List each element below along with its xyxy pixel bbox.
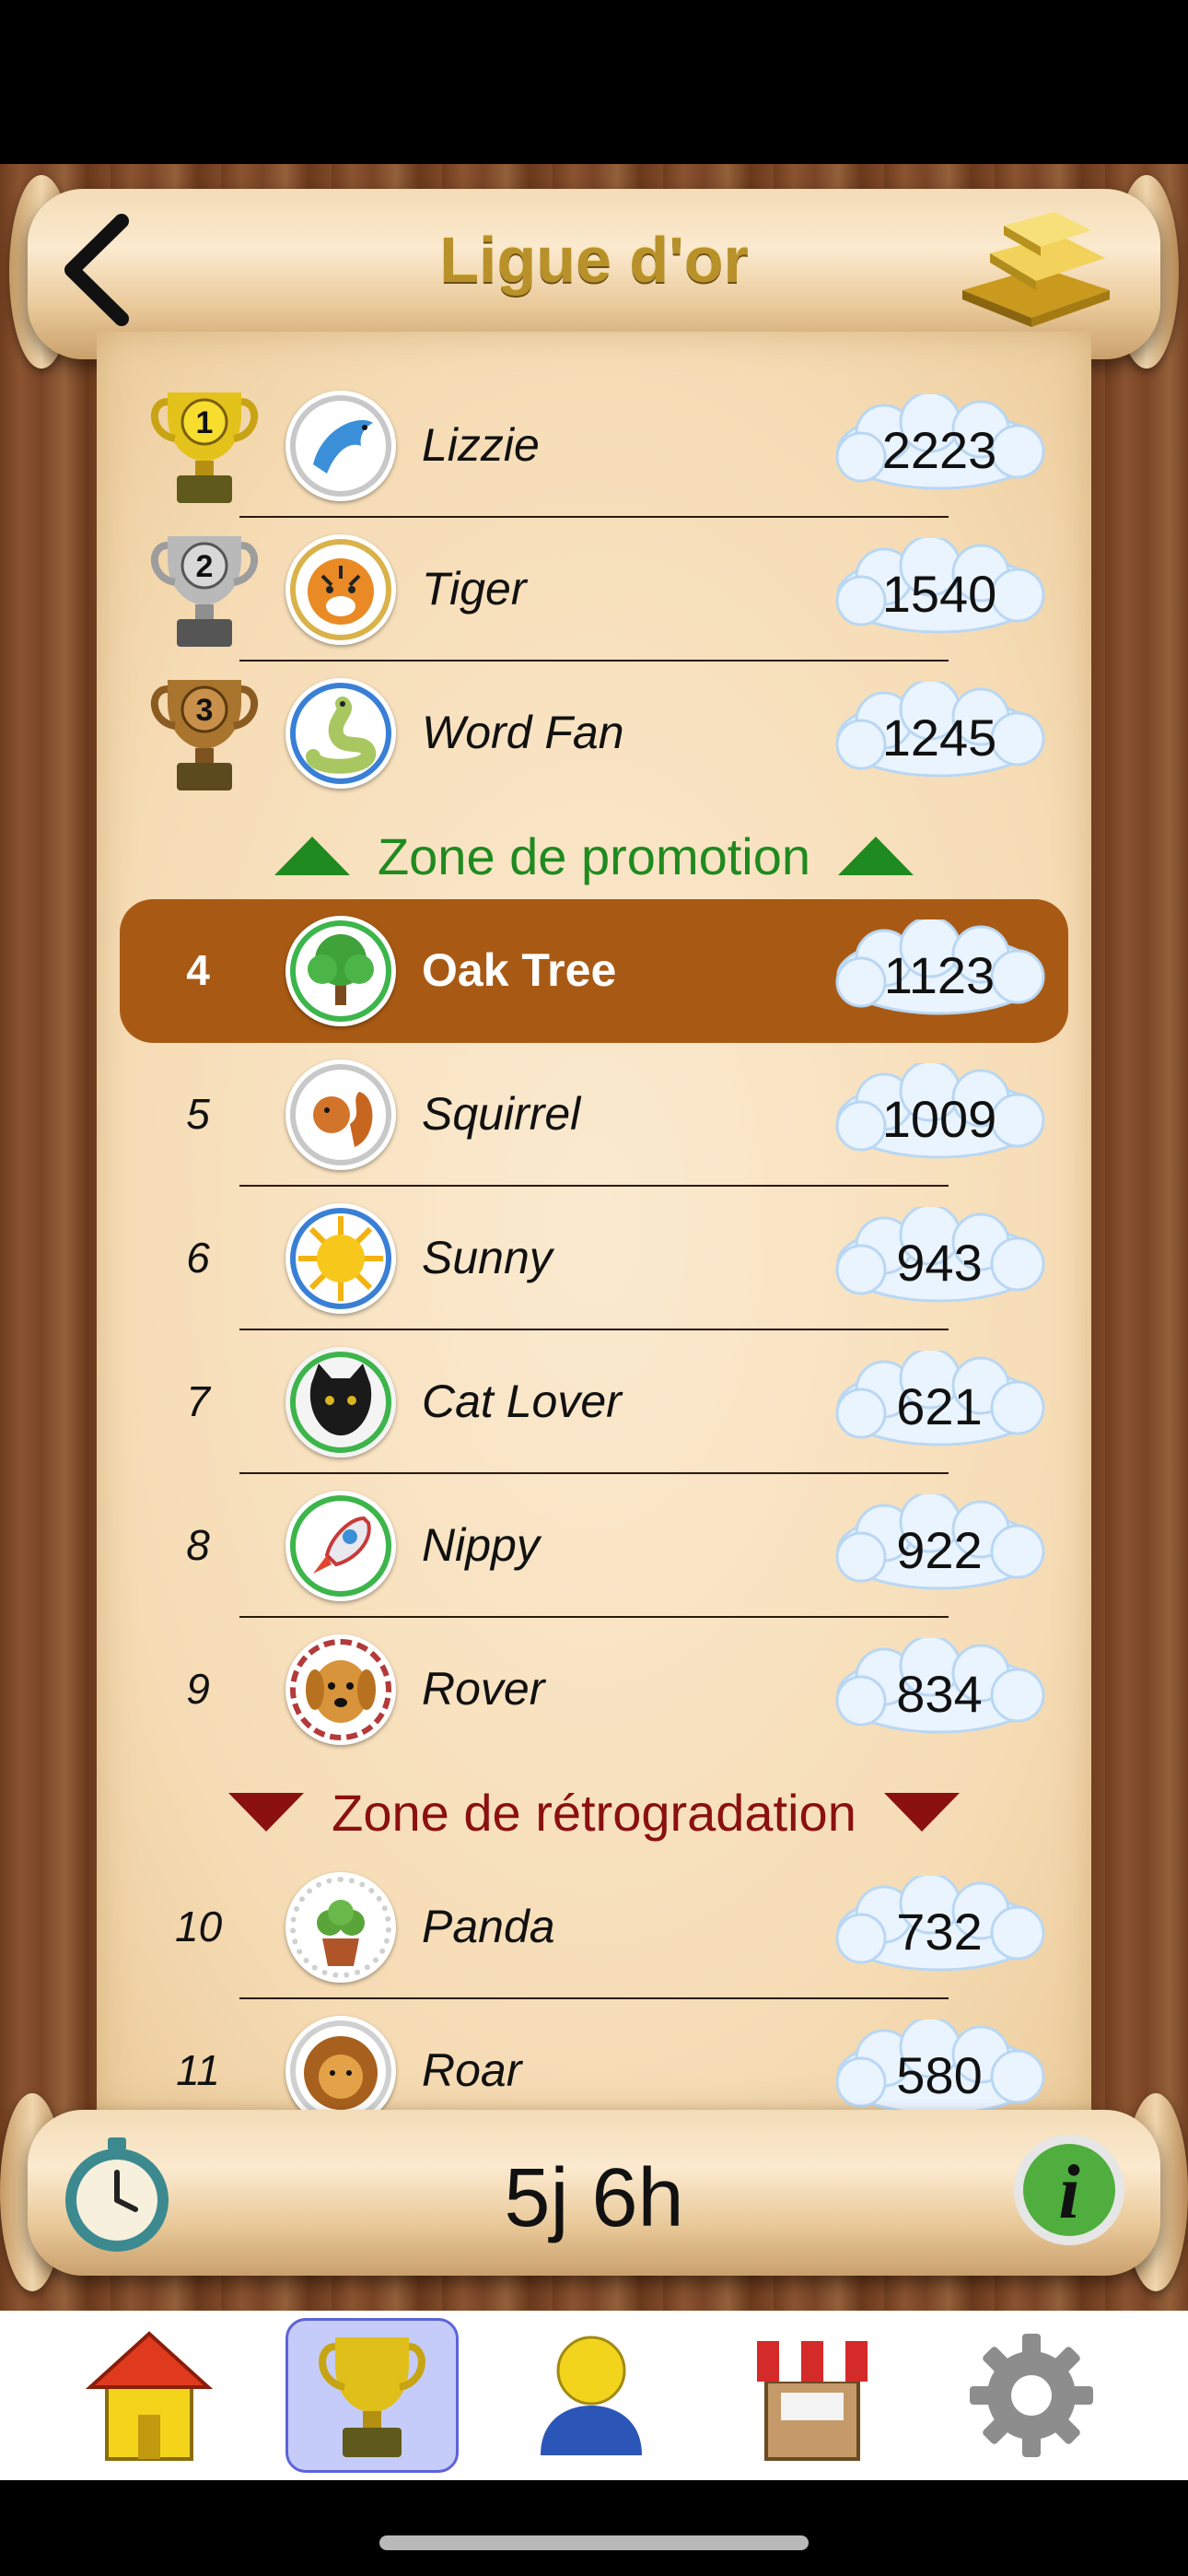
player-rank: 4 xyxy=(186,946,210,994)
demotion-zone-banner: Zone de rétrogradation xyxy=(0,1778,1188,1843)
leaderboard-row[interactable]: 3 Word Fan 1245 xyxy=(120,662,1068,805)
player-rank: 8 xyxy=(186,1521,210,1569)
score-cloud: 922 xyxy=(829,1491,1050,1600)
score-cloud: 1540 xyxy=(829,534,1050,644)
info-icon: i xyxy=(1014,2135,1124,2245)
player-name: Squirrel xyxy=(422,1088,581,1140)
tiger-avatar xyxy=(285,534,396,645)
silver-trophy-icon: 2 xyxy=(147,527,262,654)
score-value: 1540 xyxy=(881,565,997,623)
player-name: Cat Lover xyxy=(422,1376,622,1427)
player-name: Roar xyxy=(422,2044,522,2096)
svg-text:2: 2 xyxy=(196,549,214,584)
sun-avatar xyxy=(285,1203,396,1314)
current-player-row[interactable]: 4 Oak Tree 1123 xyxy=(120,899,1068,1043)
cat-avatar xyxy=(285,1347,396,1458)
score-value: 580 xyxy=(896,2046,983,2104)
player-name: Rover xyxy=(422,1663,545,1715)
score-cloud: 1245 xyxy=(829,678,1050,788)
player-rank: 10 xyxy=(175,1903,223,1950)
info-button[interactable]: i xyxy=(1009,2130,1129,2250)
system-home-indicator[interactable] xyxy=(379,2535,809,2550)
bronze-trophy-icon: 3 xyxy=(147,671,262,798)
score-value: 1009 xyxy=(881,1090,997,1148)
leaderboard-row[interactable]: 9 Rover 834 xyxy=(120,1618,1068,1762)
nav-settings[interactable] xyxy=(945,2318,1118,2473)
svg-text:i: i xyxy=(1058,2149,1079,2235)
player-name: Nippy xyxy=(422,1519,540,1571)
score-value: 732 xyxy=(896,1903,983,1961)
score-cloud: 2223 xyxy=(829,391,1050,500)
player-name: Panda xyxy=(422,1901,555,1952)
settings-gear-icon xyxy=(970,2334,1093,2457)
svg-text:3: 3 xyxy=(196,693,214,728)
leaderboard-row[interactable]: 10 Panda 732 xyxy=(120,1856,1068,1999)
score-value: 1245 xyxy=(881,708,997,767)
worm-avatar xyxy=(285,678,396,789)
player-name: Sunny xyxy=(422,1232,553,1283)
score-cloud: 1009 xyxy=(829,1060,1050,1169)
player-rank: 9 xyxy=(186,1665,210,1713)
score-value: 922 xyxy=(896,1521,983,1579)
player-name: Lizzie xyxy=(422,419,540,471)
player-rank: 6 xyxy=(186,1234,210,1282)
nav-leagues[interactable] xyxy=(285,2318,459,2473)
leaderboard-row[interactable]: 5 Squirrel 1009 xyxy=(120,1043,1068,1187)
nav-profile[interactable] xyxy=(505,2318,678,2473)
score-value: 834 xyxy=(896,1665,983,1723)
dog-avatar xyxy=(285,1634,396,1745)
profile-icon xyxy=(541,2336,642,2455)
score-value: 1123 xyxy=(883,946,996,1004)
score-value: 943 xyxy=(896,1234,983,1292)
rocket-avatar xyxy=(285,1491,396,1601)
demotion-zone-label: Zone de rétrogradation xyxy=(332,1783,856,1842)
promotion-zone-label: Zone de promotion xyxy=(377,826,811,885)
promotion-zone-banner: Zone de promotion xyxy=(0,822,1188,886)
leaderboard-row[interactable]: 1 Lizzie 2223 xyxy=(120,374,1068,518)
player-name: Word Fan xyxy=(422,707,624,758)
score-value: 2223 xyxy=(881,421,997,479)
gold-trophy-icon: 1 xyxy=(147,383,262,510)
trophy-icon xyxy=(319,2337,425,2457)
arrow-up-icon xyxy=(274,837,350,876)
squirrel-avatar xyxy=(285,1060,396,1170)
player-rank: 11 xyxy=(176,2046,220,2094)
player-rank: 5 xyxy=(186,1090,210,1138)
arrow-down-icon xyxy=(228,1793,305,1832)
gold-bars-icon xyxy=(953,203,1119,332)
score-cloud: 1123 xyxy=(829,916,1050,1025)
arrow-up-icon xyxy=(838,837,914,876)
leaderboard-row[interactable]: 8 Nippy 922 xyxy=(120,1474,1068,1618)
player-name: Tiger xyxy=(422,563,527,615)
tree-avatar xyxy=(285,916,396,1026)
leaderboard-row[interactable]: 6 Sunny 943 xyxy=(120,1187,1068,1330)
score-cloud: 943 xyxy=(829,1203,1050,1313)
shop-icon xyxy=(757,2341,868,2461)
plant-avatar xyxy=(285,1872,396,1983)
home-icon xyxy=(85,2331,214,2461)
dolphin-avatar xyxy=(285,391,396,501)
arrow-down-icon xyxy=(883,1793,960,1832)
score-value: 621 xyxy=(896,1377,983,1435)
score-cloud: 621 xyxy=(829,1347,1050,1457)
nav-shop[interactable] xyxy=(726,2318,899,2473)
bottom-navigation xyxy=(0,2311,1188,2480)
nav-home[interactable] xyxy=(63,2318,236,2473)
player-name: Oak Tree xyxy=(422,944,617,996)
player-rank: 7 xyxy=(186,1377,210,1425)
svg-text:1: 1 xyxy=(196,405,214,440)
score-cloud: 834 xyxy=(829,1634,1050,1744)
leaderboard-row[interactable]: 7 Cat Lover 621 xyxy=(120,1330,1068,1474)
score-cloud: 732 xyxy=(829,1872,1050,1982)
leaderboard-row[interactable]: 2 Tiger 1540 xyxy=(120,518,1068,662)
